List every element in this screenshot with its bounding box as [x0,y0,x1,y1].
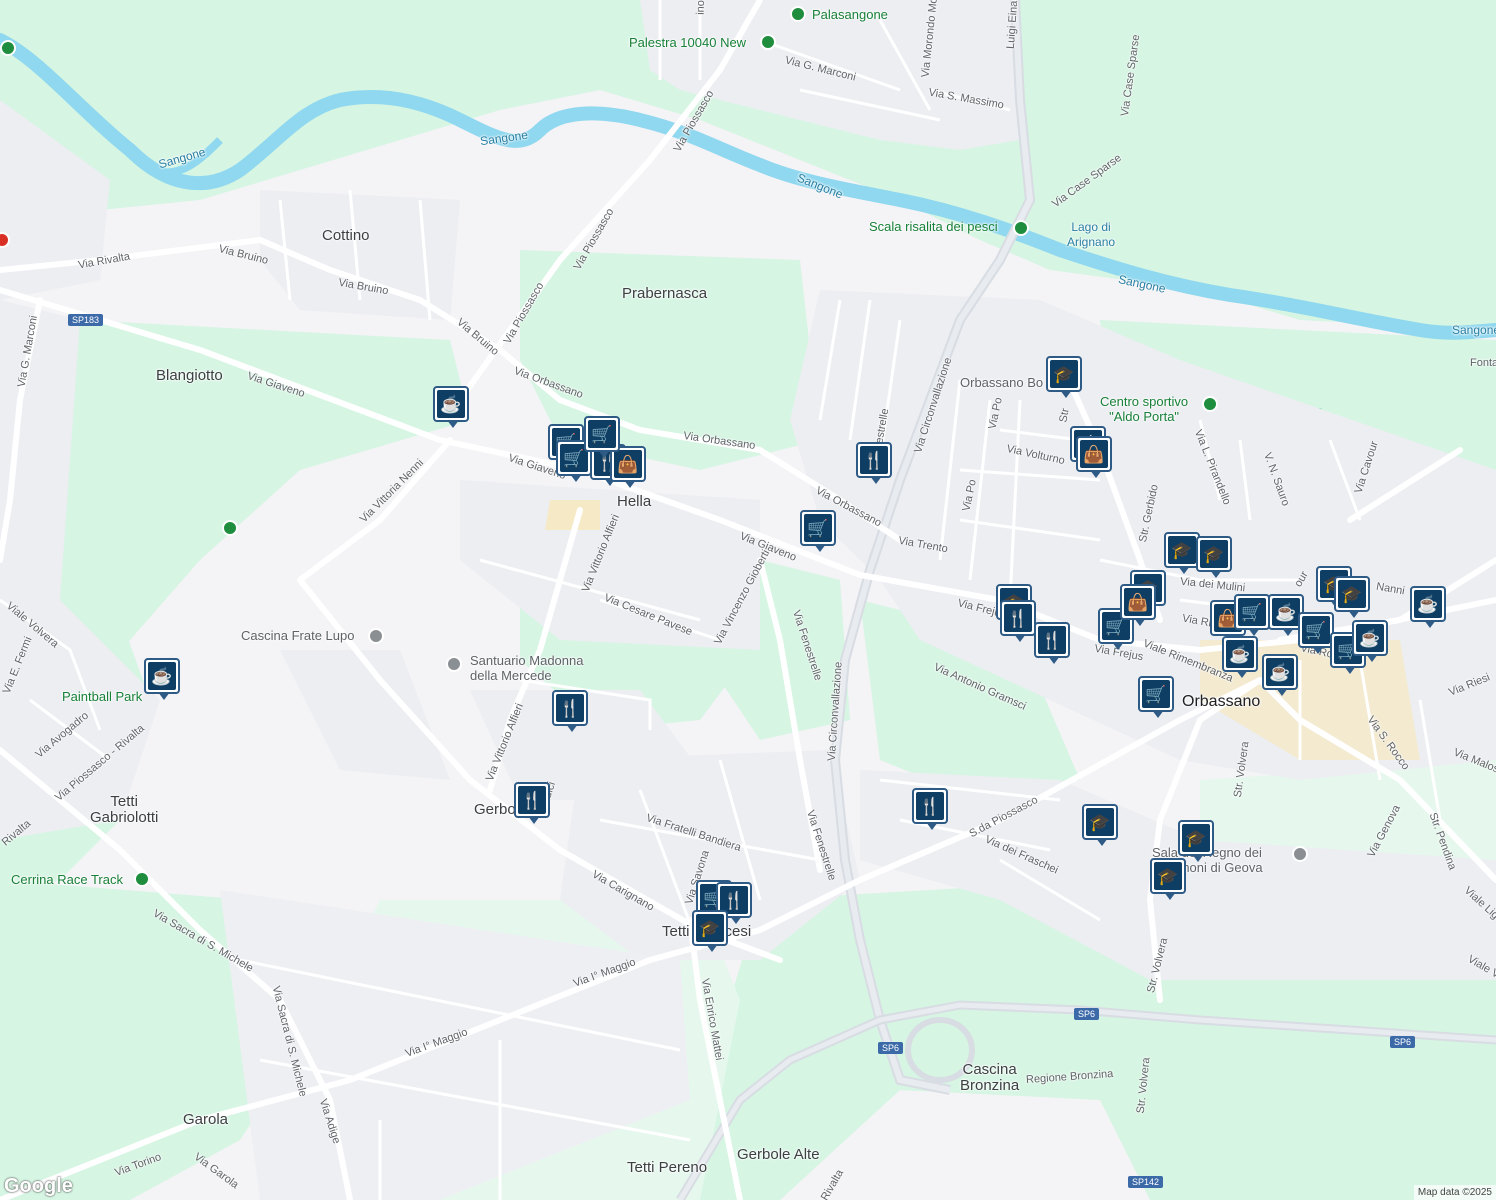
temple-icon[interactable] [1292,846,1308,862]
fork-knife-icon: 🍴 [860,446,888,474]
marker-restaurant-santuario[interactable]: 🍴 [552,690,588,732]
coffee-cup-icon: ☕ [1266,658,1294,686]
shopping-cart-icon: 🛒 [1142,680,1170,708]
marker-restaurant-via-orbassano[interactable]: 🍴 [856,442,892,484]
marker-bag-centre-1[interactable]: 👜 [1120,584,1156,626]
marker-shop-centre-1[interactable]: 🛒 [1234,594,1270,636]
road-shield-sp6-1: SP6 [1074,1008,1100,1020]
river-label-sangone-5: Sangone [1452,323,1496,337]
place-label-lago-arignano: Lago di Arignano [1067,220,1116,249]
park-icon[interactable] [222,520,238,536]
fork-knife-icon: 🍴 [518,786,546,814]
church-cross-icon[interactable] [446,656,462,672]
coffee-cup-icon: ☕ [1272,598,1300,626]
shopping-bag-icon: 👜 [614,450,642,478]
shopping-bag-icon: 👜 [1124,588,1152,616]
poi-label-cascina-frate-lupo[interactable]: Cascina Frate Lupo [241,629,354,642]
place-label-gerbole-alte: Gerbole Alte [737,1146,820,1163]
marker-restaurant-frejus[interactable]: 🍴 [1034,622,1070,664]
marker-shop-orbassano[interactable]: 🛒 [1138,676,1174,718]
road-label-fonta: Fonta [1470,357,1496,369]
marker-cafe-centre-3[interactable]: ☕ [1352,620,1388,662]
place-label-prabernasca: Prabernasca [622,285,708,302]
park-flower-icon[interactable] [1013,220,1029,236]
marker-bag-str[interactable]: 👜 [1076,436,1112,478]
marker-cafe-centre-2[interactable]: ☕ [1222,636,1258,678]
marker-school-regno-1[interactable]: 🎓 [1178,820,1214,862]
graduation-cap-icon: 🎓 [1200,540,1228,568]
graduation-cap-icon: 🎓 [1086,808,1114,836]
coffee-cup-icon: ☕ [148,662,176,690]
fork-knife-icon: 🍴 [1004,604,1032,632]
marker-restaurant-piossasco[interactable]: 🍴 [1000,600,1036,642]
graduation-cap-icon: 🎓 [696,914,724,942]
marker-school-tetti[interactable]: 🎓 [692,910,728,952]
road-shield-sp6-2: SP6 [878,1042,904,1054]
sports-venue-icon[interactable] [790,6,806,22]
graduation-cap-icon: 🎓 [1338,580,1366,608]
marker-cafe-paintball[interactable]: ☕ [144,658,180,700]
school-cap-icon[interactable] [368,628,384,644]
tree-icon[interactable] [0,40,16,56]
coffee-cup-icon: ☕ [1356,624,1384,652]
graduation-cap-icon: 🎓 [1168,536,1196,564]
gym-icon[interactable] [760,34,776,50]
poi-label-santuario[interactable]: Santuario Madonna della Mercede [470,653,583,683]
graduation-cap-icon: 🎓 [1050,360,1078,388]
poi-label-centro-sportivo[interactable]: Centro sportivo "Aldo Porta" [1100,394,1188,424]
place-label-garola: Garola [183,1111,229,1128]
marker-school-fraschei[interactable]: 🎓 [1082,804,1118,846]
place-label-cascina-bronzina: Cascina Bronzina [960,1061,1020,1094]
poi-label-paintball[interactable]: Paintball Park [62,690,142,703]
place-label-orbassano: Orbassano [1182,693,1261,710]
marker-school-orbassano-bo[interactable]: 🎓 [1046,356,1082,398]
poi-label-palestra[interactable]: Palestra 10040 New [629,36,746,49]
place-label-tetti-gabriolotti: Tetti Gabriolotti [90,793,159,826]
coffee-cup-icon: ☕ [437,390,465,418]
map-canvas[interactable]: Cottino Prabernasca Blangiotto Hella Tet… [0,0,1496,1200]
fork-knife-icon: 🍴 [1038,626,1066,654]
road-shield-sp183: SP183 [68,314,104,326]
marker-cafe-east[interactable]: ☕ [1410,586,1446,628]
road-shield-sp142: SP142 [1128,1176,1164,1188]
sports-center-icon[interactable] [1202,396,1218,412]
fork-knife-icon: 🍴 [916,792,944,820]
marker-shop-via-giaveno[interactable]: 🛒 [800,510,836,552]
marker-shop-top[interactable]: 🛒 [584,416,620,458]
map-attribution[interactable]: Map data ©2025 [1413,1185,1496,1200]
graduation-cap-icon: 🎓 [1154,862,1182,890]
coffee-cup-icon: ☕ [1414,590,1442,618]
marker-school-centre-3[interactable]: 🎓 [1334,576,1370,618]
shopping-bag-icon: 👜 [1080,440,1108,468]
coffee-cup-icon: ☕ [1226,640,1254,668]
marker-school-mulini-1[interactable]: 🎓 [1164,532,1200,574]
marker-restaurant-fraschei[interactable]: 🍴 [912,788,948,830]
poi-label-cerrina[interactable]: Cerrina Race Track [11,873,123,886]
poi-label-palasangone[interactable]: Palasangone [812,8,888,21]
place-label-tetti-pereno: Tetti Pereno [627,1159,708,1176]
shopping-cart-icon: 🛒 [804,514,832,542]
road-shield-sp6-3: SP6 [1390,1036,1416,1048]
marker-cafe-centre-4[interactable]: ☕ [1262,654,1298,696]
marker-school-regno-2[interactable]: 🎓 [1150,858,1186,900]
shopping-cart-icon: 🛒 [1302,616,1330,644]
shopping-cart-icon: 🛒 [1238,598,1266,626]
shopping-cart-icon: 🛒 [588,420,616,448]
place-label-blangiotto: Blangiotto [156,367,223,384]
race-track-icon[interactable] [134,871,150,887]
marker-restaurant-gerbole[interactable]: 🍴 [514,782,550,824]
fork-knife-icon: 🍴 [556,694,584,722]
graduation-cap-icon: 🎓 [1182,824,1210,852]
marker-shop-centre-2[interactable]: 🛒 [1298,612,1334,654]
marker-cafe-1[interactable]: ☕ [433,386,469,428]
road-label-ino: ino [694,0,708,16]
marker-school-mulini-2[interactable]: 🎓 [1196,536,1232,578]
poi-label-scala-risalita[interactable]: Scala risalita dei pesci [869,220,998,233]
place-label-cottino: Cottino [322,227,370,244]
place-label-orbassano-bo: Orbassano Bo [960,375,1044,390]
place-label-hella: Hella [617,493,652,510]
google-logo[interactable]: Google [4,1175,73,1198]
